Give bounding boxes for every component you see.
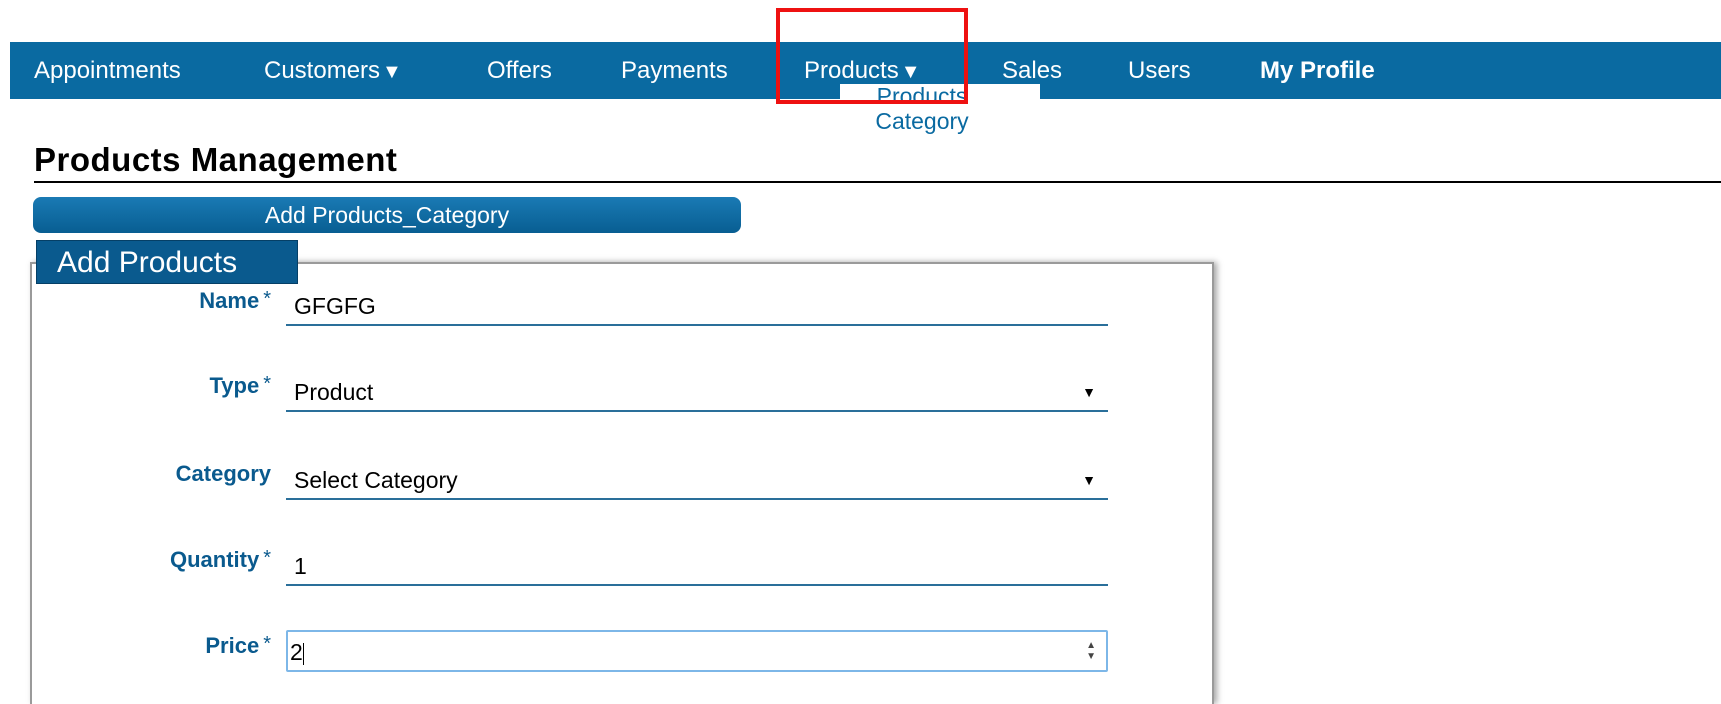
name-input[interactable]: GFGFG xyxy=(286,286,1108,326)
panel-title: Add Products xyxy=(36,240,298,284)
type-label-text: Type xyxy=(209,373,260,398)
select-caret-icon: ▼ xyxy=(1082,472,1096,488)
nav-users-label: Users xyxy=(1128,57,1191,84)
required-mark: * xyxy=(263,633,271,655)
nav-offers-label: Offers xyxy=(487,57,552,84)
quantity-label-text: Quantity xyxy=(169,547,260,572)
type-value: Product xyxy=(294,379,374,405)
title-divider xyxy=(34,181,1721,183)
price-label: Price * xyxy=(205,633,271,659)
nav-appointments[interactable]: Appointments xyxy=(34,42,181,99)
required-mark: * xyxy=(263,373,271,395)
name-label: Name * xyxy=(199,288,271,314)
add-products-category-button[interactable]: Add Products_Category xyxy=(33,197,741,233)
required-mark: * xyxy=(263,547,271,569)
required-mark: * xyxy=(263,288,271,310)
price-input[interactable]: 2 ▲ ▼ xyxy=(286,630,1108,672)
spinner-icon[interactable]: ▲ ▼ xyxy=(1086,640,1096,662)
highlight-box xyxy=(776,8,968,104)
caret-down-icon: ▼ xyxy=(382,61,402,83)
price-label-text: Price xyxy=(205,633,260,658)
price-value-wrap: 2 xyxy=(290,632,304,672)
nav-my-profile[interactable]: My Profile xyxy=(1260,42,1375,99)
text-cursor xyxy=(302,642,304,665)
nav-customers[interactable]: Customers ▼ xyxy=(264,42,402,99)
nav-sales-label: Sales xyxy=(1002,57,1063,84)
category-label-text: Category xyxy=(175,461,271,486)
nav-appointments-label: Appointments xyxy=(34,57,181,84)
quantity-input[interactable]: 1 xyxy=(286,546,1108,586)
price-value: 2 xyxy=(290,639,303,665)
quantity-value: 1 xyxy=(294,553,307,579)
nav-users[interactable]: Users xyxy=(1128,42,1191,99)
name-value: GFGFG xyxy=(294,293,376,319)
name-label-text: Name xyxy=(199,288,260,313)
nav-offers[interactable]: Offers xyxy=(487,42,552,99)
nav-customers-label: Customers xyxy=(264,57,381,84)
nav-my-profile-label: My Profile xyxy=(1260,57,1375,84)
type-label: Type * xyxy=(209,373,271,399)
select-caret-icon: ▼ xyxy=(1082,384,1096,400)
category-label: Category xyxy=(176,461,271,487)
quantity-label: Quantity * xyxy=(170,547,271,573)
type-select[interactable]: Product ▼ xyxy=(286,372,1108,412)
nav-payments-label: Payments xyxy=(621,57,728,84)
page-title: Products Management xyxy=(34,141,398,178)
nav-payments[interactable]: Payments xyxy=(621,42,728,99)
category-value: Select Category xyxy=(294,467,458,493)
category-select[interactable]: Select Category ▼ xyxy=(286,460,1108,500)
